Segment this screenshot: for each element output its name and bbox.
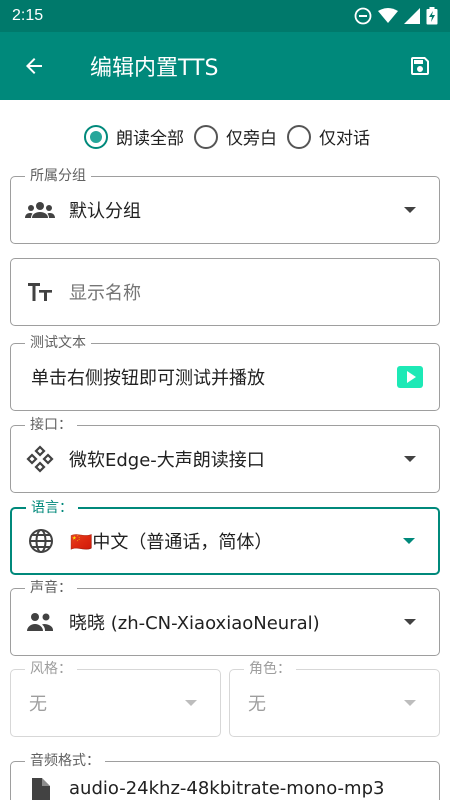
save-icon	[411, 57, 429, 75]
play-button[interactable]	[381, 366, 439, 388]
chevron-down-icon	[381, 700, 439, 706]
radio-read-all[interactable]: 朗读全部	[84, 124, 184, 149]
test-text-input[interactable]: 测试文本 单击右侧按钮即可测试并播放	[10, 334, 440, 411]
people-icon	[11, 611, 69, 633]
radio-checked-icon	[84, 124, 108, 149]
api-dropdown[interactable]: 接口： 微软Edge-大声朗读接口	[10, 416, 440, 493]
play-icon	[397, 366, 423, 388]
language-legend: 语言：	[26, 499, 78, 517]
flag-cn-icon: 🇨🇳	[70, 532, 93, 553]
radio-dialogue-only[interactable]: 仅对话	[287, 124, 370, 149]
group-dropdown[interactable]: 所属分组 默认分组	[10, 167, 440, 244]
group-icon	[11, 198, 69, 222]
chevron-down-icon	[381, 456, 439, 462]
audio-format-legend: 音频格式：	[25, 752, 105, 770]
status-icons	[354, 7, 438, 25]
voice-legend: 声音：	[25, 579, 77, 597]
chevron-down-icon	[381, 619, 439, 625]
audio-format-value: audio-24khz-48kbitrate-mono-mp3	[69, 778, 385, 799]
style-value: 无	[29, 694, 47, 715]
status-time: 2:15	[12, 7, 44, 24]
api-value: 微软Edge-大声朗读接口	[69, 450, 265, 471]
arrow-back-icon	[26, 58, 42, 74]
language-dropdown[interactable]: 语言： 🇨🇳中文（普通话，简体）	[10, 499, 440, 575]
file-icon	[11, 778, 69, 800]
radio-label: 朗读全部	[116, 129, 184, 149]
chevron-down-icon	[381, 207, 439, 213]
role-value: 无	[248, 694, 266, 715]
status-bar: 2:15	[0, 0, 450, 32]
display-name-input[interactable]: 显示名称	[10, 258, 440, 326]
save-button[interactable]	[390, 32, 450, 100]
style-dropdown[interactable]: 风格： 无	[10, 660, 221, 737]
chevron-down-icon	[380, 538, 438, 544]
language-value: 🇨🇳中文（普通话，简体）	[70, 532, 273, 553]
audio-format-dropdown[interactable]: 音频格式： audio-24khz-48kbitrate-mono-mp3	[10, 752, 440, 800]
role-legend: 角色：	[244, 660, 296, 678]
test-text-value: 单击右侧按钮即可测试并播放	[31, 368, 265, 389]
text-fields-icon	[11, 281, 69, 303]
app-bar: 编辑内置TTS	[0, 32, 450, 100]
group-value: 默认分组	[69, 201, 141, 222]
radio-unchecked-icon	[194, 124, 218, 149]
battery-charging-icon	[426, 7, 438, 25]
radio-label: 仅旁白	[226, 129, 277, 149]
style-legend: 风格：	[25, 660, 77, 678]
api-icon	[11, 445, 69, 473]
voice-value: 晓晓 (zh-CN-XiaoxiaoNeural)	[69, 613, 320, 634]
globe-icon	[12, 528, 70, 554]
display-name-placeholder: 显示名称	[69, 283, 141, 304]
api-legend: 接口：	[25, 416, 77, 434]
signal-icon	[404, 8, 420, 24]
chevron-down-icon	[162, 700, 220, 706]
test-text-legend: 测试文本	[25, 334, 91, 352]
voice-dropdown[interactable]: 声音： 晓晓 (zh-CN-XiaoxiaoNeural)	[10, 579, 440, 656]
radio-narration-only[interactable]: 仅旁白	[194, 124, 277, 149]
read-mode-radio-group: 朗读全部 仅旁白 仅对话	[84, 124, 370, 149]
radio-unchecked-icon	[287, 124, 311, 149]
page-title: 编辑内置TTS	[90, 56, 219, 81]
do-not-disturb-icon	[354, 7, 372, 25]
role-dropdown[interactable]: 角色： 无	[229, 660, 440, 737]
radio-label: 仅对话	[319, 129, 370, 149]
wifi-icon	[378, 8, 398, 23]
group-legend: 所属分组	[25, 167, 91, 185]
back-button[interactable]	[0, 32, 68, 100]
